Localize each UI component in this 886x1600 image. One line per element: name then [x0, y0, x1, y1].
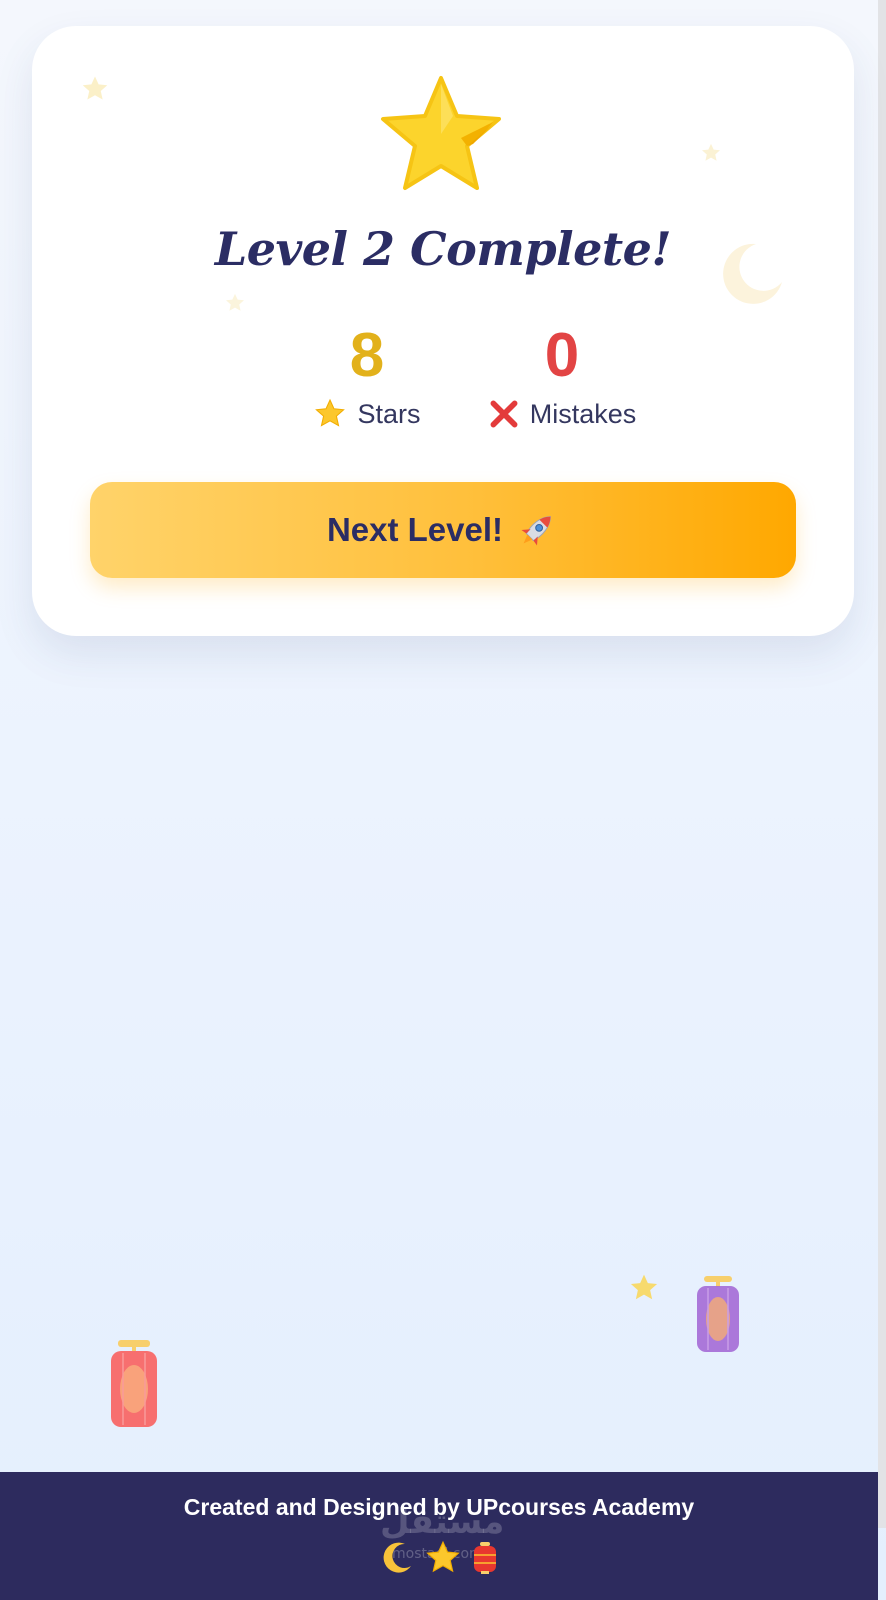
next-level-label: Next Level! — [326, 511, 504, 548]
purple-lantern-icon — [697, 1276, 739, 1352]
next-level-button[interactable]: Next Level! — [90, 482, 796, 578]
stars-stat: 8 Stars — [277, 322, 457, 430]
level-star-icon — [381, 76, 501, 190]
lantern-icon — [474, 1542, 496, 1574]
stars-label-row: Stars — [277, 398, 457, 430]
scrollbar-track[interactable] — [878, 0, 886, 1528]
level-complete-card: Level 2 Complete! 8 Stars 0 Mistakes Nex… — [32, 26, 854, 636]
mistakes-count: 0 — [544, 321, 580, 390]
rocket-icon — [521, 516, 551, 546]
faint-star-icon — [82, 76, 108, 100]
mistakes-label-row: Mistakes — [452, 398, 672, 430]
faint-star-icon — [226, 293, 244, 311]
faint-star-icon — [702, 143, 720, 161]
scrollbar-thumb[interactable] — [878, 0, 886, 1528]
floating-star-icon — [630, 1274, 658, 1300]
footer-icons — [0, 1540, 878, 1576]
stars-count: 8 — [349, 321, 385, 390]
footer: Created and Designed by UPcourses Academ… — [0, 1472, 878, 1600]
star-icon — [315, 398, 346, 427]
stars-label: Stars — [357, 398, 421, 429]
crescent-moon-icon — [383, 1542, 411, 1573]
star-icon — [426, 1540, 460, 1573]
watermark-text: مستقل — [380, 1502, 505, 1542]
red-lantern-icon — [111, 1340, 157, 1427]
mistakes-stat: 0 Mistakes — [452, 322, 672, 430]
mistakes-label: Mistakes — [529, 398, 637, 429]
level-complete-title: Level 2 Complete! — [214, 222, 672, 276]
cross-mark-icon — [490, 400, 518, 428]
